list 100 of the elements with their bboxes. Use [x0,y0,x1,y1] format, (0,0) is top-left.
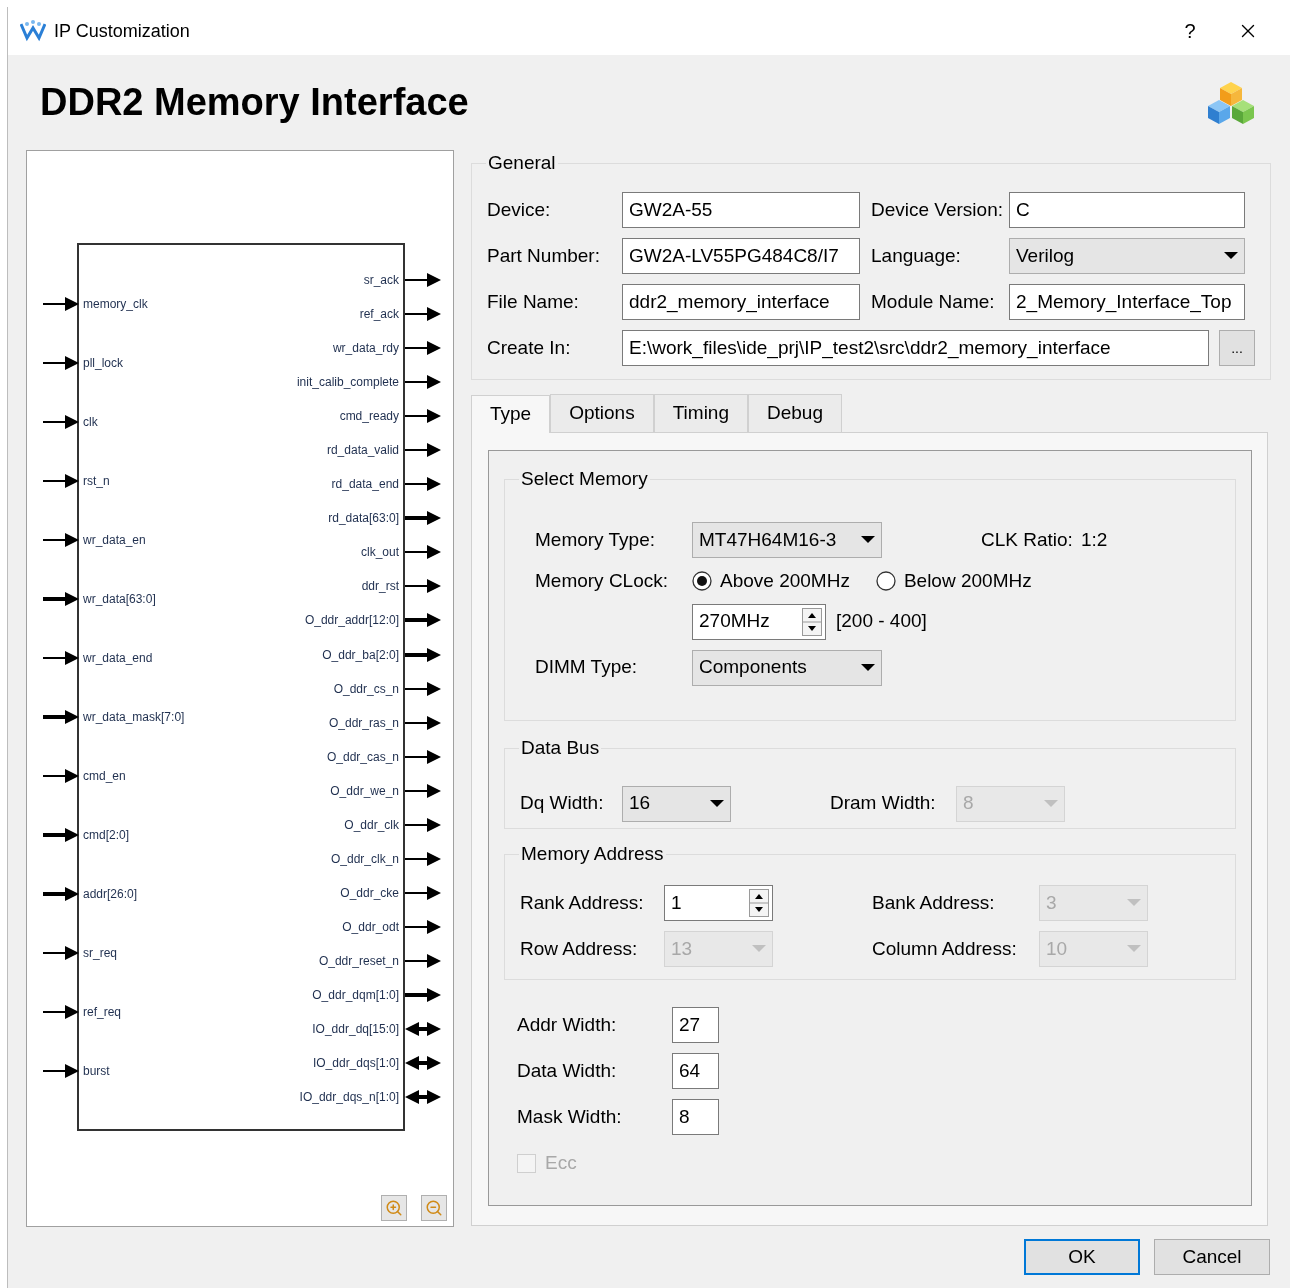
pin-label: wr_data[63:0] [83,590,156,608]
range-hint: [200 - 400] [836,609,927,634]
pin-label: O_ddr_clk_n [330,850,399,868]
field-label: Rank Address: [520,890,645,915]
caret-icon [861,663,875,672]
pin-label: cmd_ready [339,408,399,426]
text-field[interactable]: GW2A-LV55PG484C8/I7 [622,238,860,274]
dropdown[interactable]: MT47H64M16-3 [692,522,882,558]
pin-label: O_ddr_cas_n [326,748,399,766]
spinner-icon[interactable] [749,889,769,917]
logo-icon [20,20,46,42]
field-label: File Name: [487,289,580,314]
text-field[interactable]: C [1009,192,1245,228]
dropdown[interactable]: Verilog [1009,238,1245,274]
pin-label: O_ddr_addr[12:0] [304,612,399,630]
caret-icon [710,799,724,808]
tab[interactable]: Options [550,394,654,432]
field-label: Dq Width: [520,791,605,816]
pin-label: memory_clk [83,295,148,313]
pin-label: O_ddr_odt [342,918,399,936]
pin-label: O_ddr_reset_n [318,952,399,970]
pin-label: IO_ddr_dqs_n[1:0] [299,1089,399,1107]
caret-icon [1224,252,1238,260]
spin-field[interactable]: 1 [664,885,773,921]
field-label: Bank Address: [872,890,996,915]
pin-label: sr_ack [363,272,399,289]
tab[interactable]: Timing [653,394,748,432]
pin-label: rd_data_end [331,476,399,494]
text-field[interactable]: ddr2_memory_interface [622,284,860,320]
dropdown[interactable]: Components [692,649,882,686]
help-button[interactable]: ? [1170,16,1210,46]
pin-label: cmd[2:0] [83,826,130,844]
field-label: Device Version: [870,197,1004,222]
cubes-icon [1206,79,1256,126]
pin-label: addr[26:0] [83,885,138,903]
field-label: Device: [487,197,552,222]
field-label: Data Width: [517,1058,618,1083]
field-label: DIMM Type: [535,655,639,680]
radio-button[interactable] [875,571,896,592]
pin-label: clk [83,413,98,431]
pin-label: rst_n [83,472,110,490]
pin-label: wr_data_end [83,649,153,667]
radio-label: Below 200MHz [903,569,1032,593]
tab[interactable]: Type [471,395,551,433]
text-field[interactable]: 8 [672,1099,719,1135]
field-value: 1:2 [1080,527,1108,552]
pin-label: ref_req [83,1003,122,1021]
zoom-in-icon [385,1199,403,1217]
pin-label: clk_out [360,544,399,562]
tab[interactable]: Debug [748,394,842,432]
browse-button[interactable]: ... [1219,330,1255,366]
caret-icon [1044,799,1058,808]
pin-label: ddr_rst [361,578,399,596]
field-label: Memory CLock: [535,569,670,593]
path-field[interactable]: E:\work_files\ide_prj\IP_test2\src\ddr2_memory_interface [622,330,1209,366]
spinner-icon[interactable] [802,607,822,636]
field-label: Language: [870,243,962,268]
pin-label: pll_lock [83,354,124,372]
field-label: Memory Type: [535,527,657,552]
field-label: Dram Width: [830,791,937,816]
pin-label: rd_data[63:0] [328,510,399,528]
pin-label: O_ddr_cke [340,884,399,902]
caret-icon [752,945,766,953]
dialog-button[interactable]: Cancel [1154,1239,1270,1275]
pin-label: O_ddr_ras_n [328,714,399,732]
dialog-button[interactable]: OK [1024,1239,1140,1275]
text-field[interactable]: GW2A-55 [622,192,860,228]
caret-icon [1127,945,1141,953]
pin-label: wr_data_en [83,531,146,549]
spin-field[interactable]: 270MHz [692,603,826,640]
text-field[interactable]: 2_Memory_Interface_Top [1009,284,1245,320]
pin-label: cmd_en [83,767,126,785]
radio-button[interactable] [692,571,712,592]
caret-icon [861,536,875,544]
caret-icon [1127,899,1141,907]
window-title: IP Customization [54,19,190,43]
pin-label: O_ddr_cs_n [333,680,399,698]
pin-label: O_ddr_clk [344,816,399,834]
field-label: Part Number: [487,243,601,268]
pin-label: IO_ddr_dq[15:0] [312,1021,399,1039]
pin-label: ref_ack [359,306,399,324]
page-title: DDR2 Memory Interface [40,80,469,125]
pin-label: burst [83,1062,110,1080]
pin-label: init_calib_complete [296,374,399,392]
checkbox-label: Ecc [545,1151,577,1175]
pin-label: O_ddr_ba[2:0] [322,646,399,664]
field-label: Column Address: [872,936,1018,961]
pin-label: wr_data_mask[7:0] [83,708,185,726]
text-field[interactable]: 27 [672,1007,719,1043]
zoom-out-icon [425,1199,443,1217]
dropdown[interactable]: 16 [622,785,731,822]
pin-label: wr_data_rdy [332,340,399,358]
pin-label: O_ddr_dqm[1:0] [312,987,399,1004]
field-label: Module Name: [870,289,996,314]
pin-label: rd_data_valid [326,442,399,460]
field-label: Mask Width: [517,1104,623,1129]
pin-label: O_ddr_we_n [330,782,399,800]
text-field[interactable]: 64 [672,1053,719,1089]
pin-label: IO_ddr_dqs[1:0] [312,1055,399,1073]
radio-label: Above 200MHz [720,569,850,593]
